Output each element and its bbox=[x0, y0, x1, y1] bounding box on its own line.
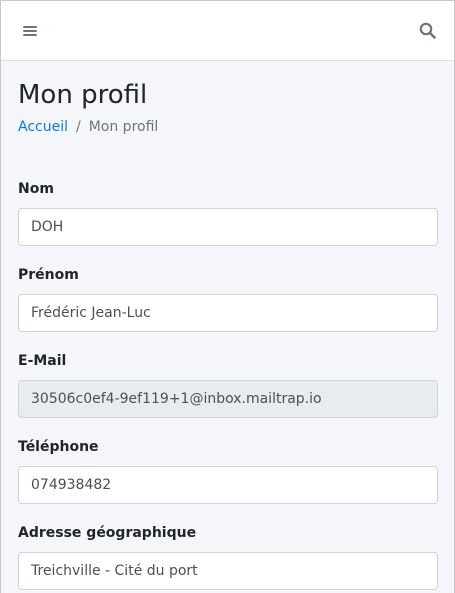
telephone-label: Téléphone bbox=[18, 439, 99, 455]
breadcrumb-home-link[interactable]: Accueil bbox=[18, 117, 68, 137]
telephone-field[interactable] bbox=[18, 466, 438, 504]
form-group-telephone: Téléphone bbox=[18, 438, 438, 504]
app-frame: Mon profil Accueil / Mon profil Nom Prén… bbox=[0, 0, 455, 593]
top-navbar bbox=[1, 1, 454, 61]
prenom-label: Prénom bbox=[18, 267, 79, 283]
breadcrumb: Accueil / Mon profil bbox=[18, 117, 438, 137]
adresse-label: Adresse géographique bbox=[18, 525, 197, 541]
adresse-field[interactable] bbox=[18, 552, 438, 590]
main-content: Mon profil Accueil / Mon profil Nom Prén… bbox=[18, 61, 438, 593]
email-label: E-Mail bbox=[18, 353, 67, 369]
search-icon[interactable] bbox=[419, 22, 436, 39]
form-group-nom: Nom bbox=[18, 180, 438, 246]
prenom-field[interactable] bbox=[18, 294, 438, 332]
form-group-email: E-Mail bbox=[18, 352, 438, 418]
form-group-prenom: Prénom bbox=[18, 266, 438, 332]
email-field[interactable] bbox=[18, 380, 438, 418]
nom-field[interactable] bbox=[18, 208, 438, 246]
form-group-adresse: Adresse géographique bbox=[18, 524, 438, 590]
nom-label: Nom bbox=[18, 181, 54, 197]
page-title: Mon profil bbox=[18, 80, 148, 110]
breadcrumb-separator: / bbox=[76, 119, 81, 135]
profile-form: Nom Prénom E-Mail Téléphone Adresse géog… bbox=[18, 180, 438, 590]
breadcrumb-current: Mon profil bbox=[88, 119, 159, 135]
hamburger-icon[interactable] bbox=[23, 24, 37, 38]
